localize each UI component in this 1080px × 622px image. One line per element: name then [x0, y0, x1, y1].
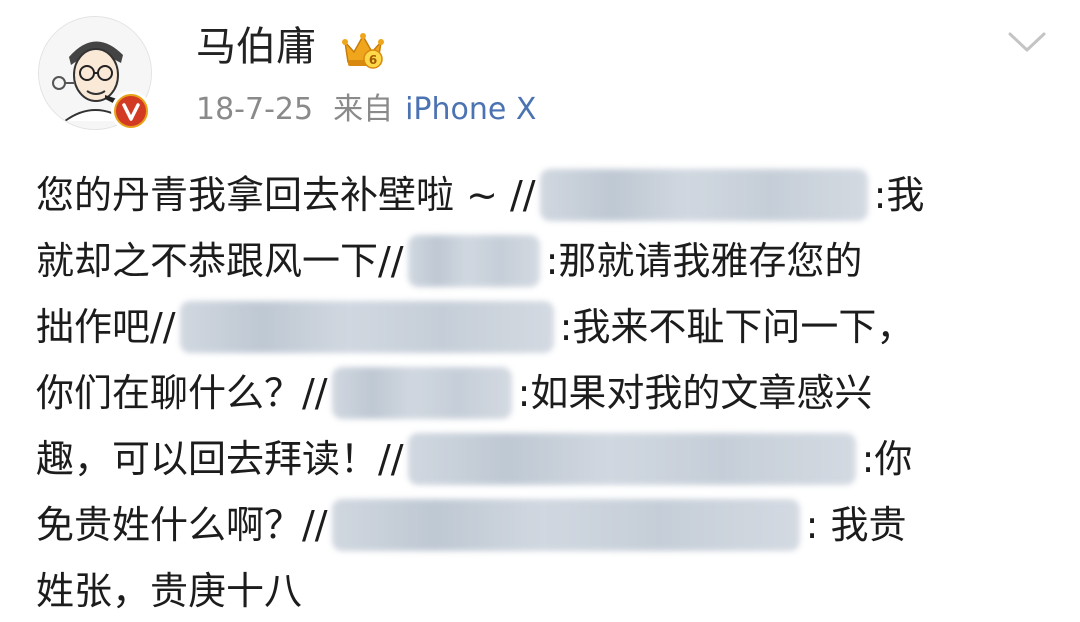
post-header: 马伯庸 6 18-7-25 来自 iPhone X	[0, 0, 1080, 150]
blurred-username[interactable]	[331, 499, 800, 551]
post-text: 你们在聊什么？//	[36, 371, 328, 415]
post-text: 免贵姓什么啊？//	[36, 503, 328, 547]
post-line: 姓张，贵庚十八	[36, 560, 302, 622]
post-line: 就却之不恭跟风一下// :那就请我雅存您的	[36, 230, 862, 292]
blurred-username[interactable]	[331, 367, 512, 419]
post-line: 趣，可以回去拜读！// :你	[36, 428, 912, 490]
post-text: :我	[873, 173, 925, 217]
blurred-username[interactable]	[407, 433, 856, 485]
post-line: 您的丹青我拿回去补壁啦 ~ // :我	[36, 164, 924, 226]
blurred-username[interactable]	[179, 301, 554, 353]
post-text: 姓张，贵庚十八	[36, 569, 303, 613]
chevron-down-icon[interactable]	[1004, 24, 1050, 60]
member-level-text: 6	[369, 53, 377, 67]
post-text: 您的丹青我拿回去补壁啦 ~ //	[36, 173, 536, 217]
username[interactable]: 马伯庸	[196, 22, 316, 72]
blurred-username[interactable]	[539, 169, 868, 221]
post-text: 趣，可以回去拜读！//	[36, 437, 404, 481]
post-line: 拙作吧// :我来不耻下问一下，	[36, 296, 914, 358]
verified-v-icon	[111, 91, 151, 131]
post-text: 就却之不恭跟风一下//	[36, 239, 404, 283]
post-text: :我来不耻下问一下，	[559, 305, 915, 349]
post-date: 18-7-25	[196, 92, 314, 127]
source-prefix: 来自	[333, 92, 394, 127]
post-text: 拙作吧//	[36, 305, 176, 349]
blurred-username[interactable]	[407, 235, 540, 287]
post-text: :如果对我的文章感兴	[517, 371, 873, 415]
post-meta: 18-7-25 来自 iPhone X	[196, 88, 536, 132]
source-device-link[interactable]: iPhone X	[405, 88, 536, 132]
post-line: 你们在聊什么？// :如果对我的文章感兴	[36, 362, 872, 424]
post-text: :那就请我雅存您的	[545, 239, 863, 283]
crown-member-badge-icon[interactable]: 6	[340, 26, 386, 72]
post-text: :你	[861, 437, 913, 481]
post-line: 免贵姓什么啊？// : 我贵	[36, 494, 907, 556]
post-text: : 我贵	[805, 503, 907, 547]
